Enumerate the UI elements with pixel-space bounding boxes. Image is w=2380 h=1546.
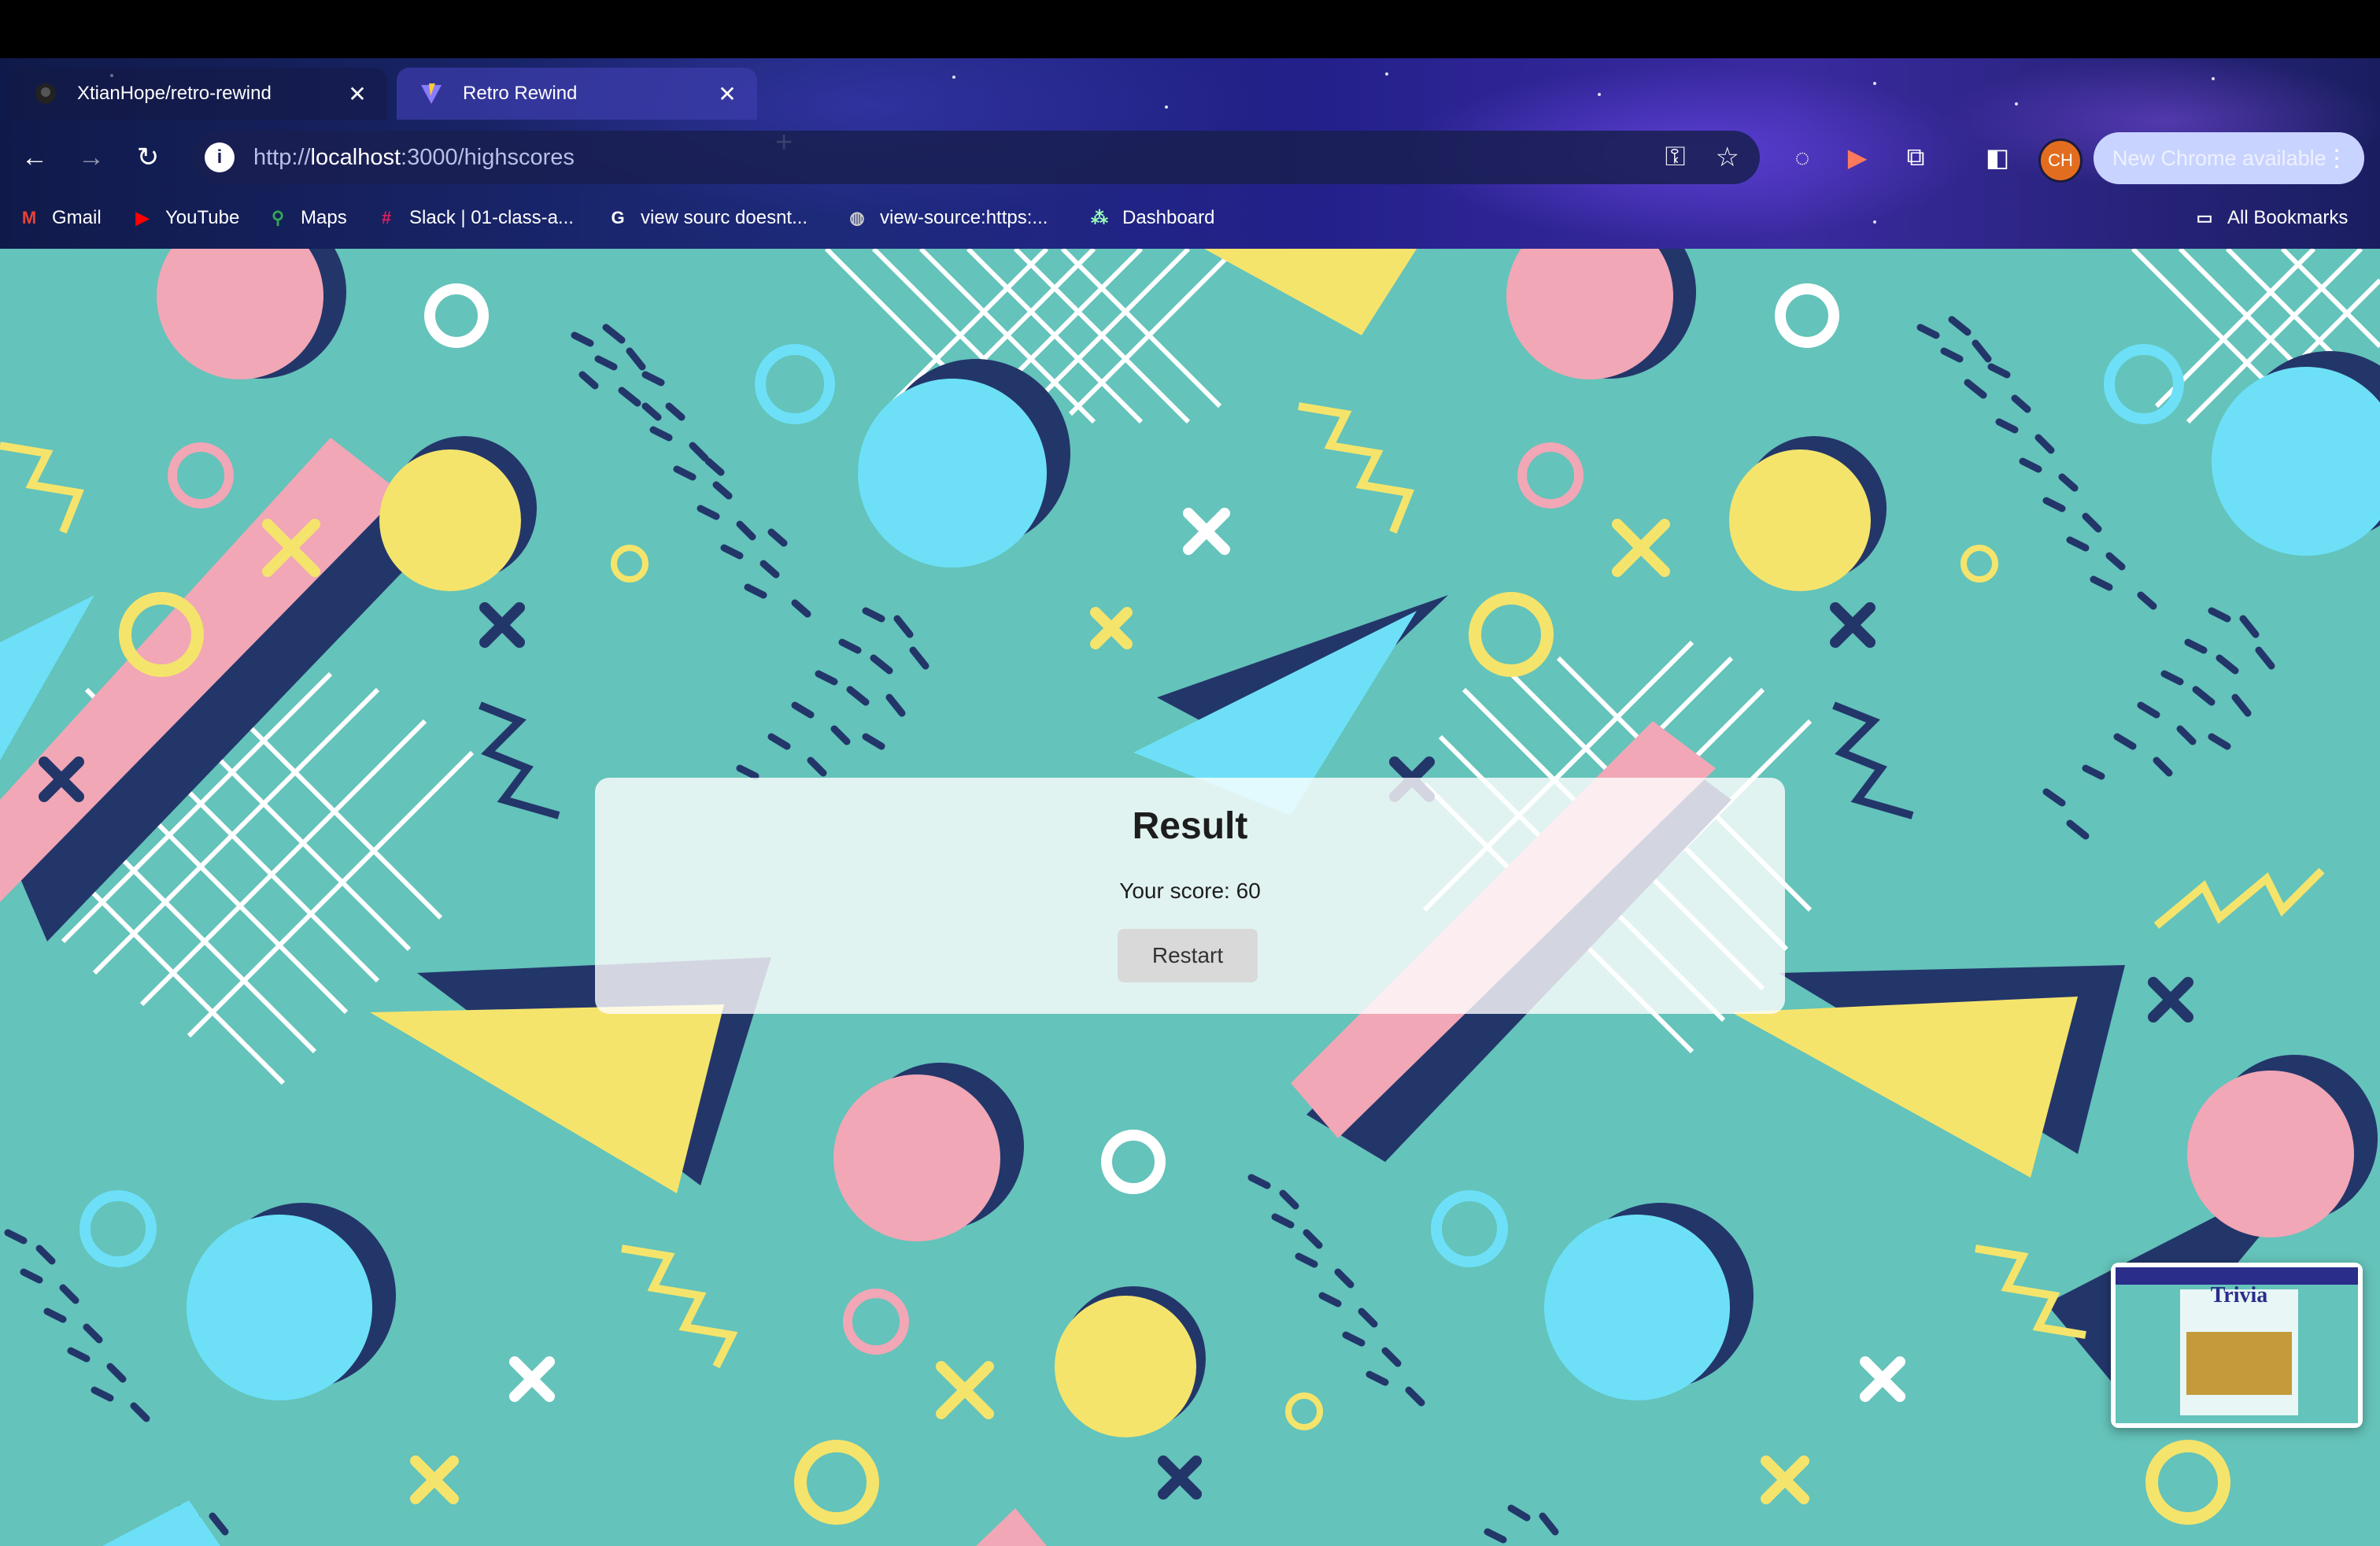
globe-icon: ◍ bbox=[849, 208, 865, 227]
bookmark-maps[interactable]: ⚲ Maps bbox=[266, 206, 347, 230]
star-decoration bbox=[1598, 93, 1601, 96]
dashboard-icon: ⁂ bbox=[1091, 208, 1108, 227]
triangle-decoration bbox=[976, 1508, 1047, 1546]
reload-icon[interactable]: ↻ bbox=[128, 137, 168, 178]
bookmark-label: Maps bbox=[301, 207, 347, 228]
macos-menubar-area bbox=[0, 0, 2380, 58]
bookmark-label: Slack | 01-class-a... bbox=[409, 207, 574, 228]
bookmark-label: Dashboard bbox=[1122, 207, 1215, 228]
bookmark-slack[interactable]: # Slack | 01-class-a... bbox=[375, 206, 574, 230]
url-host: localhost bbox=[310, 144, 401, 170]
bookmark-google[interactable]: G view sourc doesnt... bbox=[606, 206, 808, 230]
bookmark-dashboard[interactable]: ⁂ Dashboard bbox=[1088, 206, 1214, 230]
restart-button[interactable]: Restart bbox=[1118, 929, 1258, 982]
bookmark-label: view sourc doesnt... bbox=[641, 207, 808, 228]
bookmark-label: view-source:https:... bbox=[880, 207, 1048, 228]
extension-icon[interactable]: ◌ bbox=[1782, 137, 1823, 178]
password-key-icon[interactable]: ⚿ bbox=[1665, 142, 1686, 173]
star-decoration bbox=[1385, 72, 1388, 76]
github-icon bbox=[33, 81, 58, 106]
browser-chrome: XtianHope/retro-rewind ✕ Retro Rewind ✕ … bbox=[0, 58, 2380, 249]
pip-page: Trivia bbox=[2116, 1283, 2358, 1423]
new-chrome-available-button[interactable]: New Chrome available ⋮ bbox=[2094, 132, 2364, 184]
pip-browser-chrome bbox=[2116, 1267, 2358, 1285]
tab-retro-rewind[interactable]: Retro Rewind ✕ bbox=[397, 68, 757, 120]
result-title: Result bbox=[1132, 805, 1248, 847]
bookmark-gmail[interactable]: M Gmail bbox=[17, 206, 102, 230]
bookmark-star-icon[interactable]: ☆ bbox=[1716, 142, 1739, 173]
url-scheme: http:// bbox=[253, 144, 311, 170]
picture-in-picture-preview[interactable]: Trivia bbox=[2111, 1263, 2363, 1428]
star-decoration bbox=[2015, 102, 2018, 105]
folder-icon: ▭ bbox=[2196, 208, 2213, 227]
side-panel-icon[interactable]: ◧ bbox=[1977, 137, 2018, 178]
url-path: :3000/highscores bbox=[401, 144, 575, 170]
puzzle-extensions-icon[interactable]: ⧉ bbox=[1895, 137, 1936, 178]
result-card: Result Your score: 60 Restart bbox=[595, 778, 1785, 1014]
bookmark-label: Gmail bbox=[52, 207, 102, 228]
close-icon[interactable]: ✕ bbox=[711, 81, 743, 107]
pip-question-image bbox=[2186, 1332, 2292, 1395]
star-decoration bbox=[952, 76, 955, 79]
maps-icon: ⚲ bbox=[271, 208, 285, 227]
site-info-icon[interactable]: i bbox=[205, 142, 235, 172]
bookmarks-bar: M Gmail ▶ YouTube ⚲ Maps # Slack | 01-cl… bbox=[0, 195, 2380, 244]
address-bar[interactable]: i http://localhost:3000/highscores ⚿ ☆ bbox=[192, 131, 1760, 184]
pip-heading: Trivia bbox=[2210, 1283, 2268, 1307]
page-content: Result Your score: 60 Restart Trivia bbox=[0, 249, 2380, 1546]
google-icon: G bbox=[611, 208, 625, 227]
close-icon[interactable]: ✕ bbox=[342, 81, 373, 107]
gmail-icon: M bbox=[21, 208, 37, 227]
score-text: Your score: 60 bbox=[1119, 878, 1261, 903]
more-vert-icon[interactable]: ⋮ bbox=[2325, 145, 2349, 172]
tab-title: Retro Rewind bbox=[463, 83, 578, 104]
slack-icon: # bbox=[381, 208, 392, 227]
avatar[interactable]: CH bbox=[2038, 139, 2082, 183]
youtube-icon: ▶ bbox=[135, 208, 150, 227]
tab-retro-rewind-repo[interactable]: XtianHope/retro-rewind ✕ bbox=[11, 68, 387, 120]
triangle-decoration bbox=[102, 1500, 220, 1546]
star-decoration bbox=[1165, 105, 1168, 109]
star-decoration bbox=[1873, 82, 1876, 85]
star-decoration bbox=[2212, 77, 2215, 80]
bookmark-youtube[interactable]: ▶ YouTube bbox=[131, 206, 240, 230]
tab-title: XtianHope/retro-rewind bbox=[77, 83, 272, 104]
vite-icon bbox=[419, 81, 444, 106]
bookmark-label: YouTube bbox=[165, 207, 240, 228]
back-icon[interactable]: ← bbox=[14, 137, 55, 178]
bookmark-view-source[interactable]: ◍ view-source:https:... bbox=[845, 206, 1048, 230]
all-bookmarks[interactable]: ▭ All Bookmarks bbox=[2193, 206, 2349, 230]
navigation-row: ← → ↻ i http://localhost:3000/highscores… bbox=[0, 124, 2380, 190]
update-label: New Chrome available bbox=[2112, 146, 2326, 170]
forward-icon[interactable]: → bbox=[71, 137, 112, 178]
screen-recorder-icon[interactable]: ▶ bbox=[1837, 137, 1878, 178]
all-bookmarks-label: All Bookmarks bbox=[2227, 207, 2349, 228]
